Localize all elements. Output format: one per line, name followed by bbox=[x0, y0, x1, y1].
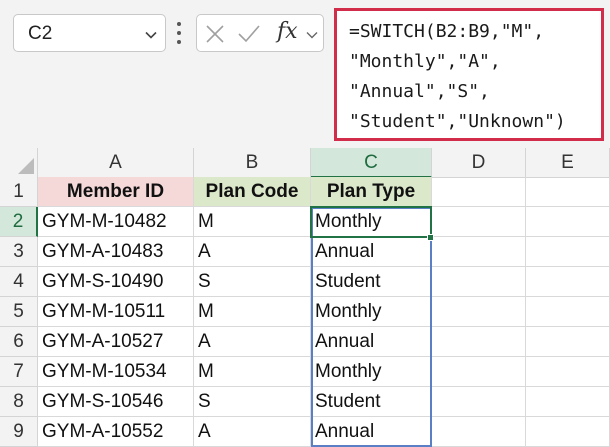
row-header-9[interactable]: 9 bbox=[0, 417, 38, 447]
formula-line: "Annual","S", bbox=[349, 81, 490, 102]
cell-d6[interactable] bbox=[432, 327, 526, 357]
cell-b9[interactable]: A bbox=[194, 417, 311, 447]
cell-d4[interactable] bbox=[432, 267, 526, 297]
cell-a6[interactable]: GYM-A-10527 bbox=[38, 327, 194, 357]
fill-handle[interactable] bbox=[427, 234, 434, 241]
chevron-down-icon[interactable] bbox=[306, 29, 318, 41]
cell-b8[interactable]: S bbox=[194, 387, 311, 417]
cell-e2[interactable] bbox=[526, 207, 610, 237]
cell-c5[interactable]: Monthly bbox=[311, 297, 432, 327]
cell-c3[interactable]: Annual bbox=[311, 237, 432, 267]
cell-e7[interactable] bbox=[526, 357, 610, 387]
cell-b3[interactable]: A bbox=[194, 237, 311, 267]
chevron-down-icon[interactable] bbox=[145, 29, 157, 41]
row-header-2[interactable]: 2 bbox=[0, 207, 38, 237]
cell-a2[interactable]: GYM-M-10482 bbox=[38, 207, 194, 237]
cell-d8[interactable] bbox=[432, 387, 526, 417]
spreadsheet-grid: A B C D E 1 2 3 4 5 6 7 8 9 Member ID Pl… bbox=[0, 148, 610, 447]
cell-d2[interactable] bbox=[432, 207, 526, 237]
name-box[interactable]: C2 bbox=[13, 14, 166, 52]
select-all-button[interactable] bbox=[0, 148, 38, 178]
formula-line: "Student","Unknown") bbox=[349, 111, 566, 132]
cell-b1[interactable]: Plan Code bbox=[194, 177, 311, 207]
check-icon[interactable] bbox=[237, 24, 261, 44]
column-header-a[interactable]: A bbox=[38, 148, 194, 178]
cell-a9[interactable]: GYM-A-10552 bbox=[38, 417, 194, 447]
cell-d3[interactable] bbox=[432, 237, 526, 267]
cell-b2[interactable]: M bbox=[194, 207, 311, 237]
cell-a1[interactable]: Member ID bbox=[38, 177, 194, 207]
row-header-8[interactable]: 8 bbox=[0, 387, 38, 417]
cell-c7[interactable]: Monthly bbox=[311, 357, 432, 387]
cell-e8[interactable] bbox=[526, 387, 610, 417]
cell-e6[interactable] bbox=[526, 327, 610, 357]
row-header-6[interactable]: 6 bbox=[0, 327, 38, 357]
cell-e3[interactable] bbox=[526, 237, 610, 267]
formula-toolbar: C2 fx =SWITCH(B2:B9,"M", "Monthly","A", … bbox=[0, 0, 610, 148]
cell-c6[interactable]: Annual bbox=[311, 327, 432, 357]
cell-e4[interactable] bbox=[526, 267, 610, 297]
cell-a5[interactable]: GYM-M-10511 bbox=[38, 297, 194, 327]
cell-b5[interactable]: M bbox=[194, 297, 311, 327]
x-icon[interactable] bbox=[205, 24, 225, 44]
formula-input[interactable]: =SWITCH(B2:B9,"M", "Monthly","A", "Annua… bbox=[334, 8, 604, 141]
cell-e9[interactable] bbox=[526, 417, 610, 447]
cell-a8[interactable]: GYM-S-10546 bbox=[38, 387, 194, 417]
row-header-5[interactable]: 5 bbox=[0, 297, 38, 327]
cell-c2[interactable]: Monthly bbox=[311, 207, 432, 237]
cell-b4[interactable]: S bbox=[194, 267, 311, 297]
row-header-3[interactable]: 3 bbox=[0, 237, 38, 267]
formula-line: "Monthly","A", bbox=[349, 51, 501, 72]
cell-c8[interactable]: Student bbox=[311, 387, 432, 417]
cell-c4[interactable]: Student bbox=[311, 267, 432, 297]
cell-d1[interactable] bbox=[432, 177, 526, 207]
column-header-c[interactable]: C bbox=[311, 148, 432, 178]
cell-e5[interactable] bbox=[526, 297, 610, 327]
column-header-d[interactable]: D bbox=[432, 148, 526, 178]
cell-b6[interactable]: A bbox=[194, 327, 311, 357]
column-header-e[interactable]: E bbox=[526, 148, 610, 178]
vertical-dots-icon[interactable] bbox=[176, 20, 182, 46]
cell-e1[interactable] bbox=[526, 177, 610, 207]
cell-c9[interactable]: Annual bbox=[311, 417, 432, 447]
cell-a4[interactable]: GYM-S-10490 bbox=[38, 267, 194, 297]
insert-function-button[interactable]: fx bbox=[277, 19, 298, 44]
function-buttons: fx bbox=[196, 14, 324, 52]
row-header-1[interactable]: 1 bbox=[0, 177, 38, 207]
cell-a7[interactable]: GYM-M-10534 bbox=[38, 357, 194, 387]
cell-c1[interactable]: Plan Type bbox=[311, 177, 432, 207]
cell-d7[interactable] bbox=[432, 357, 526, 387]
cell-a3[interactable]: GYM-A-10483 bbox=[38, 237, 194, 267]
row-header-7[interactable]: 7 bbox=[0, 357, 38, 387]
name-box-value: C2 bbox=[28, 23, 53, 44]
formula-line: =SWITCH(B2:B9,"M", bbox=[349, 21, 545, 42]
cell-d9[interactable] bbox=[432, 417, 526, 447]
cell-d5[interactable] bbox=[432, 297, 526, 327]
cell-b7[interactable]: M bbox=[194, 357, 311, 387]
row-header-4[interactable]: 4 bbox=[0, 267, 38, 297]
column-header-b[interactable]: B bbox=[194, 148, 311, 178]
